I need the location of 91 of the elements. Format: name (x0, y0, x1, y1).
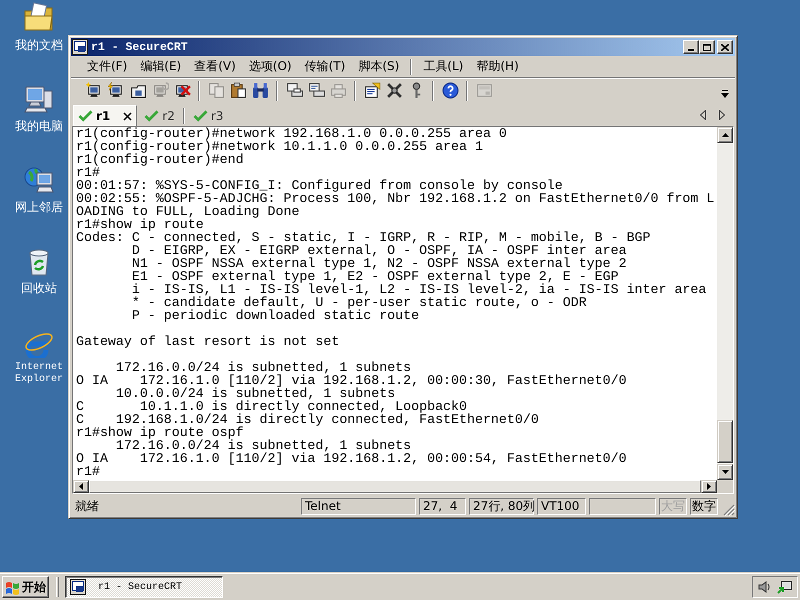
print-screen-icon[interactable] (308, 82, 324, 99)
terminal-line: 172.16.0.0/24 is subnetted, 1 subnets (116, 438, 412, 453)
terminal-line: C 10.1.1.0 is directly connected, Loopback0 (76, 399, 467, 414)
scrollbar-thumb[interactable] (717, 420, 733, 463)
terminal-line: Gateway of last resort is not set (76, 334, 340, 349)
terminal-line: r1(config-router)#network 10.1.1.0 0.0.0.255 area 1 (76, 139, 483, 154)
session-tab[interactable]: r1 (73, 105, 138, 126)
binoculars-icon[interactable] (252, 82, 268, 99)
tools-icon[interactable] (386, 82, 402, 99)
monitor-x-icon[interactable] (174, 82, 190, 99)
up-arrow-icon (722, 133, 728, 137)
terminal-line: r1#show ip route (76, 217, 204, 232)
down-arrow-icon (722, 470, 728, 474)
chevron-icon[interactable] (721, 90, 729, 99)
paste-icon[interactable] (230, 82, 246, 99)
scrollbar-corner (717, 480, 733, 493)
terminal-window-icon (70, 579, 86, 595)
left-arrow-icon[interactable] (700, 110, 706, 120)
terminal-line: E1 - OSPF external type 1, E2 - OSPF external type 2, E - EGP (132, 269, 619, 284)
monitor-arrow-icon[interactable] (777, 579, 793, 595)
print-icon[interactable] (286, 82, 302, 99)
terminal-line: r1#show ip route ospf (76, 425, 244, 440)
taskbar-button[interactable]: r1 - SecureCRT (65, 576, 223, 598)
session-tab[interactable]: r2 (139, 105, 180, 126)
menu-item[interactable]: 脚本(S) (354, 58, 404, 75)
terminal-line: O IA 172.16.1.0 [110/2] via 192.168.1.2, 00:00:30, FastEthernet0/0 (76, 373, 627, 388)
terminal-window-icon (72, 39, 88, 55)
terminal-line: r1(config-router)#end (76, 152, 244, 167)
resize-grip-icon[interactable] (723, 504, 735, 516)
terminal-line: 00:02:55: %OSPF-5-ADJCHG: Process 100, Nbr 192.168.1.2 on FastEthernet0/0 from L (76, 191, 714, 206)
close-icon[interactable] (123, 112, 132, 120)
terminal-line: 172.16.0.0/24 is subnetted, 1 subnets (116, 360, 412, 375)
vertical-scrollbar[interactable] (717, 127, 733, 480)
terminal-line: P - periodic downloaded static route (132, 308, 420, 323)
minimize-button[interactable] (683, 40, 699, 54)
check-icon (192, 110, 208, 122)
status-panel: Telnet (301, 498, 416, 514)
start-button[interactable]: 开始 (2, 576, 49, 598)
status-panel: VT100 (537, 498, 586, 514)
desktop-icon-label[interactable]: 我的电脑 (15, 119, 63, 133)
folder-monitor-icon[interactable] (130, 82, 146, 99)
help-icon[interactable] (442, 82, 458, 99)
menu-item[interactable]: 传输(T) (300, 58, 350, 75)
terminal-line: 00:01:57: %SYS-5-CONFIG_I: Configured from console by console (76, 178, 563, 193)
terminal-line: C 192.168.1.0/24 is directly connected, FastEthernet0/0 (76, 412, 539, 427)
maximize-button[interactable] (699, 40, 715, 54)
right-arrow-icon (707, 483, 711, 490)
status-indicator: 数字 (690, 498, 718, 514)
maximize-icon (703, 44, 711, 50)
scroll-left-button[interactable] (73, 480, 89, 493)
menu-item[interactable]: 帮助(H) (472, 58, 523, 75)
scroll-down-button[interactable] (717, 464, 733, 480)
menu-item[interactable]: 查看(V) (190, 58, 240, 75)
menu-item[interactable]: 编辑(E) (136, 58, 186, 75)
desktop-icon-label[interactable]: 我的文档 (15, 38, 63, 52)
menu-item[interactable]: 选项(O) (244, 58, 296, 75)
monitor-lightning-icon[interactable] (108, 82, 124, 99)
menu-item[interactable]: 文件(F) (83, 58, 132, 75)
status-panel: 27行, 80列 (469, 498, 534, 514)
desktop-icon-label[interactable]: 网上邻居 (15, 200, 63, 214)
status-message: 就绪 (74, 498, 100, 514)
menu-item[interactable]: 工具(L) (419, 58, 468, 75)
terminal-line: r1# (76, 165, 100, 180)
flag-icon (5, 580, 20, 594)
properties-icon[interactable] (364, 82, 380, 99)
check-icon (144, 110, 160, 122)
terminal-line: Codes: C - connected, S - static, I - IGRP, R - RIP, M - mobile, B - BGP (76, 230, 651, 245)
terminal-line: N1 - OSPF NSSA external type 1, N2 - OSPF NSSA external type 2 (132, 256, 627, 271)
check-icon (78, 110, 93, 122)
window-title: r1 - SecureCRT (91, 40, 188, 54)
scroll-right-button[interactable] (701, 480, 717, 493)
status-panel (589, 498, 656, 514)
terminal-line: i - IS-IS, L1 - IS-IS level-1, L2 - IS-IS level-2, ia - IS-IS inter area (132, 282, 706, 297)
desktop-icon-label[interactable]: 回收站 (21, 281, 57, 295)
terminal-line: r1(config-router)#network 192.168.1.0 0.0.0.255 area 0 (76, 127, 507, 141)
close-icon (721, 44, 729, 50)
terminal-line: O IA 172.16.1.0 [110/2] via 192.168.1.2, 00:00:54, FastEthernet0/0 (76, 451, 627, 466)
terminal-screen[interactable] (72, 126, 734, 494)
close-button[interactable] (717, 40, 733, 54)
terminal-line: D - EIGRP, EX - EIGRP external, O - OSPF, IA - OSPF inter area (132, 243, 627, 258)
desktop-icon-label[interactable]: Internet Explorer (12, 362, 66, 386)
terminal-line: 10.0.0.0/24 is subnetted, 1 subnets (116, 386, 396, 401)
right-arrow-icon[interactable] (719, 110, 725, 120)
terminal-line: OADING to FULL, Loading Done (76, 204, 300, 219)
session-tab[interactable]: r3 (188, 105, 228, 126)
status-panel: 27, 4 (419, 498, 466, 514)
left-arrow-icon (79, 483, 83, 490)
terminal-line: * - candidate default, U - per-user static route, o - ODR (132, 295, 587, 310)
terminal-line: r1# (76, 464, 100, 479)
monitor-sparkle-icon[interactable] (86, 82, 102, 99)
scroll-up-button[interactable] (717, 127, 733, 143)
